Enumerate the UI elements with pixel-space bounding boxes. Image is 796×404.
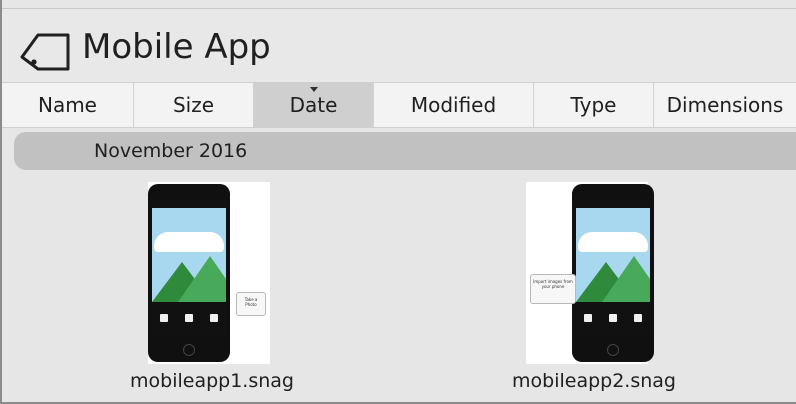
column-header-modified[interactable]: Modified (374, 83, 534, 127)
column-header-name[interactable]: Name (2, 83, 134, 127)
camera-icon (209, 314, 218, 322)
home-button-icon (607, 344, 619, 356)
phone-mockup (572, 184, 654, 362)
date-group-header[interactable]: November 2016 (14, 132, 796, 170)
thumbnail-filename: mobileapp1.snag (130, 370, 294, 392)
tag-icon (20, 33, 70, 71)
column-header-date-label: Date (289, 93, 338, 117)
edit-icon (160, 314, 169, 322)
column-header-date[interactable]: Date (254, 83, 374, 127)
callout-bubble: Import images from your phone (530, 274, 576, 304)
library-window: Mobile App Name Size Date Modified Type … (0, 0, 796, 404)
collection-title: Mobile App (82, 27, 271, 67)
thumbnail-filename: mobileapp2.snag (512, 370, 676, 392)
thumbnail-image[interactable]: Import images from your phone (526, 182, 654, 364)
video-icon (608, 314, 617, 322)
collection-titlebar: Mobile App (2, 8, 796, 82)
edit-icon (584, 314, 593, 322)
sort-descending-icon (309, 87, 318, 92)
home-button-icon (183, 344, 195, 356)
callout-bubble: Take a Photo (236, 292, 266, 316)
column-header-type[interactable]: Type (534, 83, 654, 127)
camera-icon (633, 314, 642, 322)
thumbnail-item[interactable]: Take a Photo mobileapp1.snag (102, 182, 322, 398)
video-icon (184, 314, 193, 322)
column-headers: Name Size Date Modified Type Dimensions (2, 82, 796, 128)
thumbnail-item[interactable]: Import images from your phone mobileapp2… (484, 182, 704, 398)
phone-mockup (148, 184, 230, 362)
thumbnail-image[interactable]: Take a Photo (148, 182, 270, 364)
phone-screen (576, 198, 650, 338)
phone-screen (152, 198, 226, 338)
column-header-size[interactable]: Size (134, 83, 254, 127)
column-header-dimensions[interactable]: Dimensions (654, 83, 796, 127)
thumbnail-area: November 2016 Take a Photo mobileapp1.sn… (2, 128, 796, 402)
date-group-label: November 2016 (94, 140, 248, 162)
